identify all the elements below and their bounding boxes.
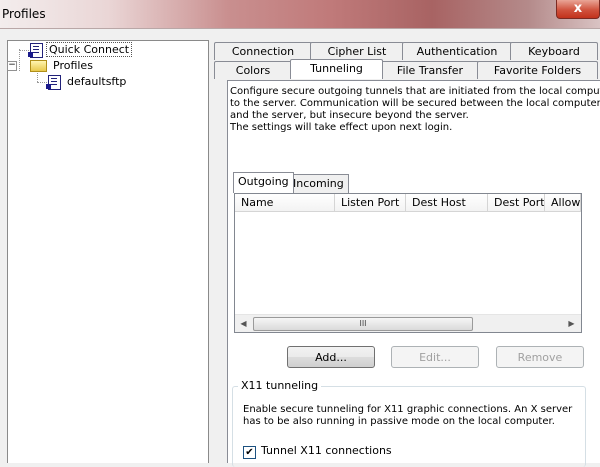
x11-description: Enable secure tunneling for X11 graphic …	[243, 404, 573, 427]
edit-button[interactable]: Edit...	[391, 346, 479, 368]
scroll-left-icon[interactable]: ◀	[235, 315, 252, 332]
tunnel-x11-label[interactable]: Tunnel X11 connections	[261, 444, 392, 457]
tab-file-transfer[interactable]: File Transfer	[381, 61, 479, 79]
title-bar: Profiles x	[0, 0, 600, 29]
x11-group-title: X11 tunneling	[238, 379, 322, 392]
scroll-thumb[interactable]: III	[253, 317, 473, 331]
tab-incoming[interactable]: Incoming	[288, 174, 349, 193]
remove-button[interactable]: Remove	[496, 346, 584, 368]
tab-colors[interactable]: Colors	[214, 61, 292, 79]
horizontal-scrollbar[interactable]: ◀ III ▶	[235, 314, 581, 332]
tunneling-description: Configure secure outgoing tunnels that a…	[230, 86, 600, 133]
tab-connection[interactable]: Connection	[214, 42, 312, 60]
tab-authentication[interactable]: Authentication	[402, 42, 512, 60]
column-header-name[interactable]: Name	[235, 194, 335, 212]
column-header-dest-port[interactable]: Dest Port	[488, 194, 545, 212]
tree-connector	[19, 49, 20, 71]
profile-tree[interactable]: Quick Connect Profiles defaultsftp	[7, 40, 209, 463]
tab-cipher-list[interactable]: Cipher List	[310, 42, 404, 60]
add-button[interactable]: Add...	[287, 346, 375, 368]
column-header-listen-port[interactable]: Listen Port	[335, 194, 406, 212]
session-icon	[28, 42, 43, 58]
tree-item-profiles[interactable]: Profiles	[30, 58, 95, 74]
close-icon: x	[573, 1, 583, 16]
tunnel-list[interactable]: Name Listen Port Dest Host Dest Port All…	[234, 193, 582, 333]
tree-item-quick-connect[interactable]: Quick Connect	[28, 42, 133, 58]
check-icon: ✔	[245, 447, 254, 458]
tab-keyboard[interactable]: Keyboard	[510, 42, 598, 60]
window-title: Profiles	[2, 7, 46, 21]
close-button[interactable]: x	[556, 0, 600, 19]
collapse-icon[interactable]: −	[7, 61, 17, 71]
tree-item-defaultsftp[interactable]: defaultsftp	[46, 74, 128, 90]
folder-icon	[30, 60, 47, 72]
tab-outgoing[interactable]: Outgoing	[233, 172, 294, 193]
tunnel-x11-checkbox[interactable]: ✔	[243, 446, 256, 459]
session-icon	[46, 74, 61, 90]
column-header-dest-host[interactable]: Dest Host	[406, 194, 488, 212]
column-header-allow[interactable]: Allow	[545, 194, 581, 212]
tab-favorite-folders[interactable]: Favorite Folders	[477, 61, 598, 79]
tab-tunneling[interactable]: Tunneling	[290, 59, 383, 79]
scroll-right-icon[interactable]: ▶	[563, 315, 580, 332]
